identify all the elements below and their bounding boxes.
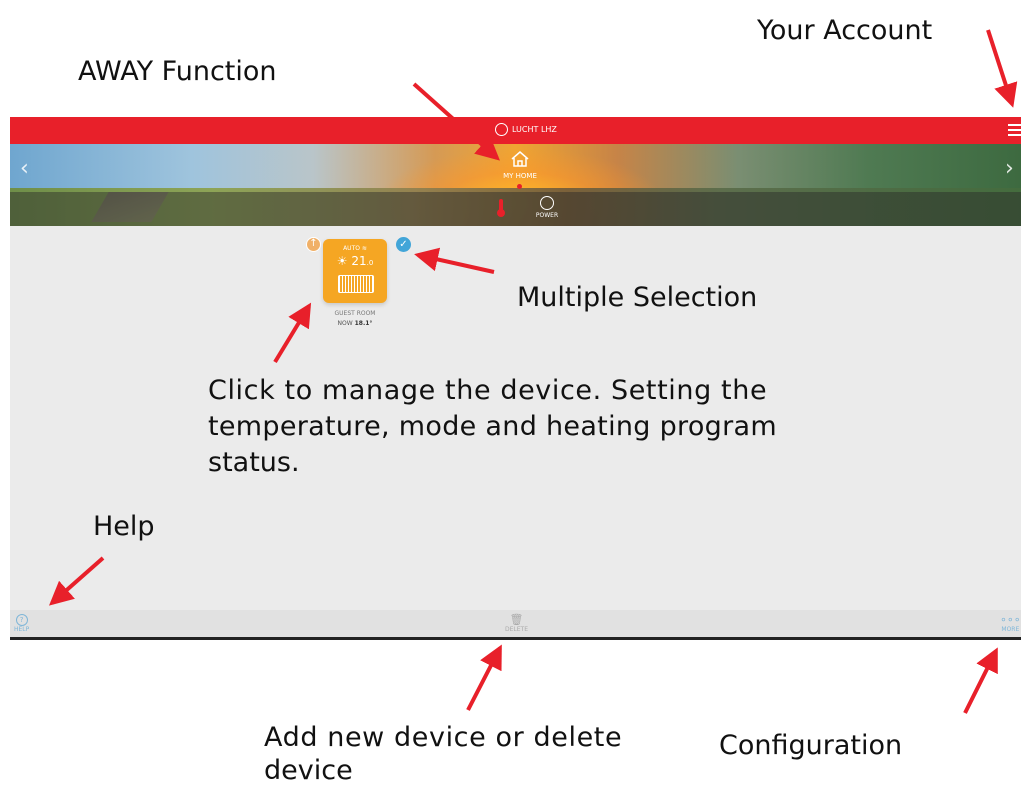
arrow-multiple [414,247,495,274]
arrow-configuration [963,647,998,714]
arrow-delete [466,644,502,711]
arrow-help [49,556,105,606]
annotation-arrows [49,29,1018,714]
arrow-device [273,302,312,364]
arrow-away [412,82,500,161]
arrow-account [986,29,1018,108]
